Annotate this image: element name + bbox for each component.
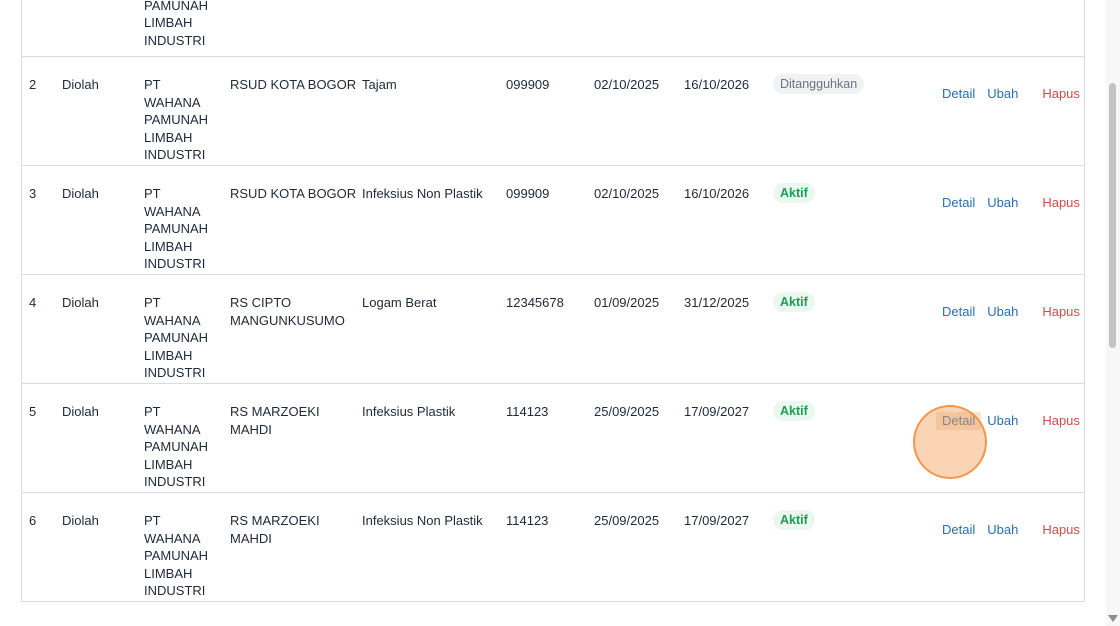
status-badge: Ditangguhkan <box>773 74 865 94</box>
category-cell: Diolah <box>62 77 99 92</box>
table-row: 2 Diolah PT WAHANA PAMUNAH LIMBAH INDUST… <box>22 57 1084 166</box>
start-date-cell: 02/10/2025 <box>594 186 660 201</box>
edit-link[interactable]: Ubah <box>981 194 1024 212</box>
row-actions: Detail Ubah Hapus <box>936 303 1086 321</box>
transporter-cell: WAHANA PAMUNAH LIMBAH INDUSTRI <box>144 0 209 48</box>
status-badge: Aktif <box>773 183 815 203</box>
end-date-cell: 17/09/2027 <box>684 513 750 528</box>
end-date-cell: 16/10/2026 <box>684 186 750 201</box>
delete-link[interactable]: Hapus <box>1036 303 1086 321</box>
waste-type-cell: Infeksius Non Plastik <box>362 513 483 528</box>
producer-cell: RSUD KOTA BOGOR <box>230 77 357 92</box>
vertical-scrollbar[interactable] <box>1106 0 1120 626</box>
waste-type-cell: Tajam <box>362 77 397 92</box>
delete-link[interactable]: Hapus <box>1036 412 1086 430</box>
scroll-down-arrow-icon[interactable] <box>1108 615 1118 622</box>
start-date-cell: 25/09/2025 <box>594 513 660 528</box>
number-cell: 099909 <box>506 77 550 92</box>
table-row: WAHANA PAMUNAH LIMBAH INDUSTRI Detail Ub… <box>22 0 1084 57</box>
row-actions: Detail Ubah Hapus <box>936 412 1086 430</box>
edit-link[interactable]: Ubah <box>981 412 1024 430</box>
category-cell: Diolah <box>62 186 99 201</box>
start-date-cell: 25/09/2025 <box>594 404 660 419</box>
transporter-cell: PT WAHANA PAMUNAH LIMBAH INDUSTRI <box>144 186 209 271</box>
row-number: 5 <box>29 404 37 419</box>
detail-link[interactable]: Detail <box>936 521 981 539</box>
status-badge: Aktif <box>773 401 815 421</box>
row-actions: Detail Ubah Hapus <box>936 521 1086 539</box>
category-cell: Diolah <box>62 513 99 528</box>
waste-type-cell: Infeksius Plastik <box>362 404 456 419</box>
table-row: 4 Diolah PT WAHANA PAMUNAH LIMBAH INDUST… <box>22 275 1084 384</box>
row-number: 2 <box>29 77 37 92</box>
end-date-cell: 17/09/2027 <box>684 404 750 419</box>
producer-cell: RS CIPTO MANGUNKUSUMO <box>230 295 345 328</box>
number-cell: 099909 <box>506 186 550 201</box>
edit-link[interactable]: Ubah <box>981 521 1024 539</box>
number-cell: 114123 <box>506 404 549 419</box>
table-row: 3 Diolah PT WAHANA PAMUNAH LIMBAH INDUST… <box>22 166 1084 275</box>
transporter-cell: PT WAHANA PAMUNAH LIMBAH INDUSTRI <box>144 513 209 598</box>
end-date-cell: 31/12/2025 <box>684 295 750 310</box>
producer-cell: RSUD KOTA BOGOR <box>230 186 357 201</box>
table-row: 6 Diolah PT WAHANA PAMUNAH LIMBAH INDUST… <box>22 493 1084 602</box>
transporter-cell: PT WAHANA PAMUNAH LIMBAH INDUSTRI <box>144 295 209 380</box>
row-number: 6 <box>29 513 37 528</box>
status-badge: Aktif <box>773 510 815 530</box>
detail-link[interactable]: Detail <box>936 85 981 103</box>
waste-type-cell: Logam Berat <box>362 295 437 310</box>
number-cell: 12345678 <box>506 295 564 310</box>
category-cell: Diolah <box>62 404 99 419</box>
scrollbar-thumb[interactable] <box>1109 83 1116 348</box>
detail-link[interactable]: Detail <box>936 412 982 430</box>
edit-link[interactable]: Ubah <box>981 303 1024 321</box>
status-badge: Aktif <box>773 292 815 312</box>
delete-link[interactable]: Hapus <box>1036 521 1086 539</box>
start-date-cell: 02/10/2025 <box>594 77 660 92</box>
detail-link[interactable]: Detail <box>936 303 981 321</box>
delete-link[interactable]: Hapus <box>1036 85 1086 103</box>
row-number: 4 <box>29 295 37 310</box>
producer-cell: RS MARZOEKI MAHDI <box>230 513 320 546</box>
waste-type-cell: Infeksius Non Plastik <box>362 186 483 201</box>
row-actions: Detail Ubah Hapus <box>936 194 1086 212</box>
category-cell: Diolah <box>62 295 99 310</box>
edit-link[interactable]: Ubah <box>981 85 1024 103</box>
data-table: WAHANA PAMUNAH LIMBAH INDUSTRI Detail Ub… <box>21 0 1085 602</box>
transporter-cell: PT WAHANA PAMUNAH LIMBAH INDUSTRI <box>144 77 209 162</box>
start-date-cell: 01/09/2025 <box>594 295 660 310</box>
end-date-cell: 16/10/2026 <box>684 77 750 92</box>
table-row: 5 Diolah PT WAHANA PAMUNAH LIMBAH INDUST… <box>22 384 1084 493</box>
transporter-cell: PT WAHANA PAMUNAH LIMBAH INDUSTRI <box>144 404 209 489</box>
number-cell: 114123 <box>506 513 549 528</box>
row-number: 3 <box>29 186 37 201</box>
detail-link[interactable]: Detail <box>936 194 981 212</box>
producer-cell: RS MARZOEKI MAHDI <box>230 404 320 437</box>
row-actions: Detail Ubah Hapus <box>936 85 1086 103</box>
delete-link[interactable]: Hapus <box>1036 194 1086 212</box>
